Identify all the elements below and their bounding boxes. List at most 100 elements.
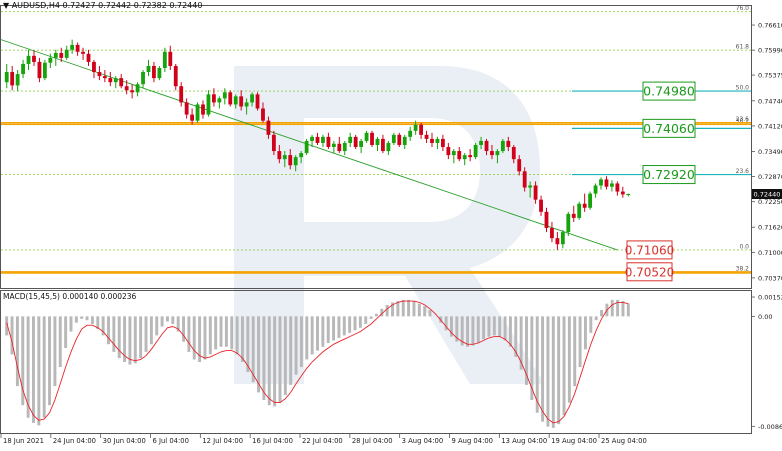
candle-body — [462, 155, 467, 160]
candle-body — [446, 147, 451, 156]
candle-body — [337, 143, 342, 152]
y-tick-label: 0.70370 — [758, 274, 782, 282]
candle-body — [288, 155, 293, 166]
candle-body — [271, 134, 276, 152]
candle — [157, 65, 162, 81]
y-tick-label: 0.71620 — [758, 224, 782, 232]
candle-body — [397, 134, 402, 145]
candle-body — [299, 153, 304, 158]
x-tick-label: 25 Aug 04:00 — [601, 437, 647, 445]
candle-body — [179, 86, 184, 103]
candle-body — [108, 78, 113, 83]
chart-svg: 76.061.850.038.223.623.60.038.20.749800.… — [0, 0, 782, 447]
candle-body — [528, 185, 533, 188]
symbol-label[interactable]: ▼ AUDUSD,H4 — [3, 1, 60, 10]
candle-body — [86, 53, 91, 62]
ohlc-values: 0.72427 0.72442 0.72382 0.72440 — [62, 1, 203, 10]
x-tick-label: 3 Aug 04:00 — [402, 437, 444, 445]
candle-body — [173, 65, 178, 87]
candle-body — [315, 136, 320, 143]
candle-body — [620, 191, 625, 195]
candle-body — [375, 138, 380, 145]
candle-body — [48, 57, 53, 63]
macd-y-tick-label: 0.001525 — [758, 294, 782, 302]
candle-body — [141, 72, 145, 85]
candle-body — [593, 185, 598, 194]
candle-body — [310, 136, 314, 141]
candle-body — [342, 142, 347, 152]
current-price-label: 0.72440 — [754, 191, 781, 199]
x-tick-label: 6 Jul 04:00 — [153, 437, 189, 445]
candle-body — [566, 213, 571, 233]
target-box-label: 0.71060 — [625, 243, 675, 257]
candle-body — [92, 61, 96, 73]
candle-body — [539, 199, 543, 212]
candle — [397, 132, 402, 147]
candle — [255, 92, 260, 111]
candle-body — [26, 55, 31, 64]
candle-body — [233, 96, 238, 105]
candle-body — [10, 72, 15, 86]
candle-body — [4, 72, 9, 83]
candle-body — [610, 183, 614, 187]
candle — [473, 142, 478, 160]
candle-body — [468, 155, 473, 158]
candle-body — [222, 92, 227, 99]
x-tick-label: 9 Aug 04:00 — [452, 437, 494, 445]
candle — [588, 191, 593, 210]
candle-body — [419, 124, 423, 135]
x-tick-label: 18 Jun 2021 — [3, 437, 44, 445]
y-tick-label: 0.71000 — [758, 249, 782, 257]
x-tick-label: 12 Jul 04:00 — [202, 437, 243, 445]
candle-body — [435, 138, 440, 143]
candle-body — [359, 140, 364, 147]
candle-body — [282, 155, 287, 160]
candle-body — [560, 232, 565, 245]
x-tick-label: 16 Jul 04:00 — [252, 437, 293, 445]
candle-body — [37, 61, 42, 79]
candle-body — [70, 44, 75, 50]
candle-body — [157, 67, 162, 79]
target-box-label: 0.70520 — [625, 265, 675, 279]
candle-body — [353, 136, 358, 147]
candle-body — [250, 94, 254, 103]
candle-body — [533, 185, 538, 200]
target-box-label: 0.74060 — [643, 121, 695, 136]
candle-body — [97, 72, 102, 77]
candle-body — [402, 136, 407, 145]
macd-header: MACD(15,45,5) 0.000140 0.000236 — [3, 292, 137, 301]
candle-body — [113, 78, 118, 83]
candle-body — [599, 179, 603, 186]
target-box-red: 0.70520 — [625, 262, 675, 282]
candle-body — [544, 211, 549, 229]
y-tick-label: 0.74740 — [758, 97, 782, 105]
candle-body — [130, 90, 135, 93]
candle-body — [517, 159, 522, 172]
candle-body — [152, 65, 156, 79]
y-tick-label: 0.72870 — [758, 173, 782, 181]
x-tick-label: 13 Aug 04:00 — [501, 437, 547, 445]
candle-body — [364, 132, 369, 141]
target-box-label: 0.72920 — [643, 167, 695, 182]
candle-body — [53, 53, 58, 58]
candle-body — [135, 84, 140, 93]
candle-body — [484, 140, 489, 152]
candle-body — [511, 147, 516, 160]
fib-level-label: 0.0 — [739, 243, 749, 250]
fib-level-label: 61.8 — [736, 44, 750, 51]
candle-body — [588, 193, 593, 208]
candle-body — [381, 138, 385, 152]
candle-body — [582, 203, 587, 208]
candle-body — [124, 86, 129, 91]
candle-body — [408, 130, 413, 137]
y-tick-label: 0.76610 — [758, 22, 782, 30]
candle-body — [228, 92, 233, 105]
candle-body — [490, 151, 494, 156]
candle-body — [506, 140, 511, 147]
macd-y-tick-label: 0.00 — [758, 313, 772, 321]
candle-body — [473, 144, 478, 158]
candle-body — [255, 94, 260, 109]
candle-body — [146, 65, 151, 73]
candle-body — [555, 238, 560, 245]
candle-body — [424, 134, 429, 139]
